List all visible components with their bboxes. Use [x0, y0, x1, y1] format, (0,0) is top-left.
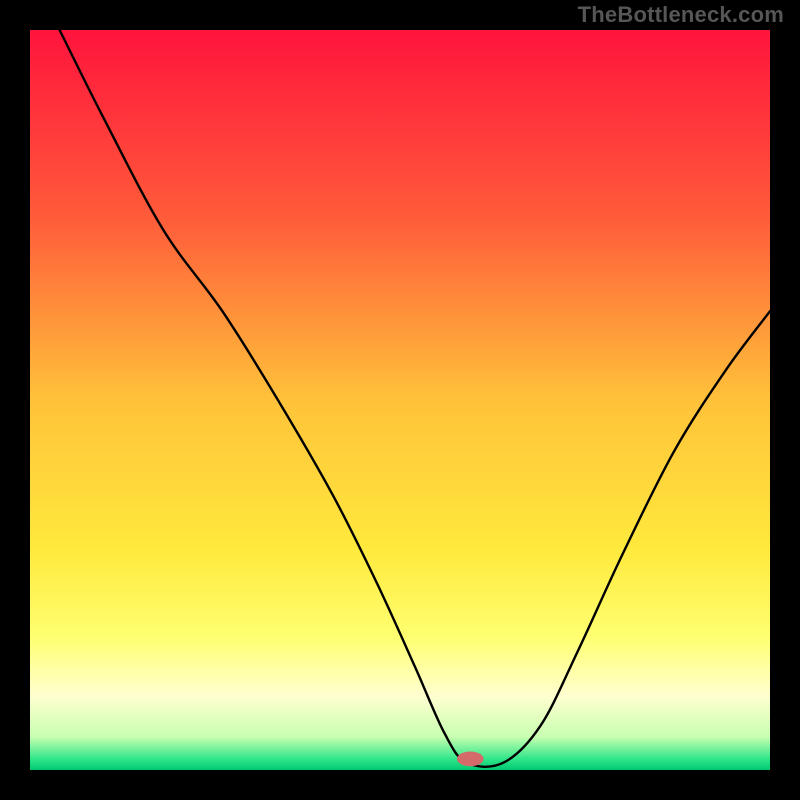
optimum-marker: [457, 752, 484, 767]
plot-background: [30, 30, 770, 770]
bottleneck-chart: [0, 0, 800, 800]
watermark-text: TheBottleneck.com: [578, 2, 784, 28]
chart-frame: { "watermark": "TheBottleneck.com", "plo…: [0, 0, 800, 800]
